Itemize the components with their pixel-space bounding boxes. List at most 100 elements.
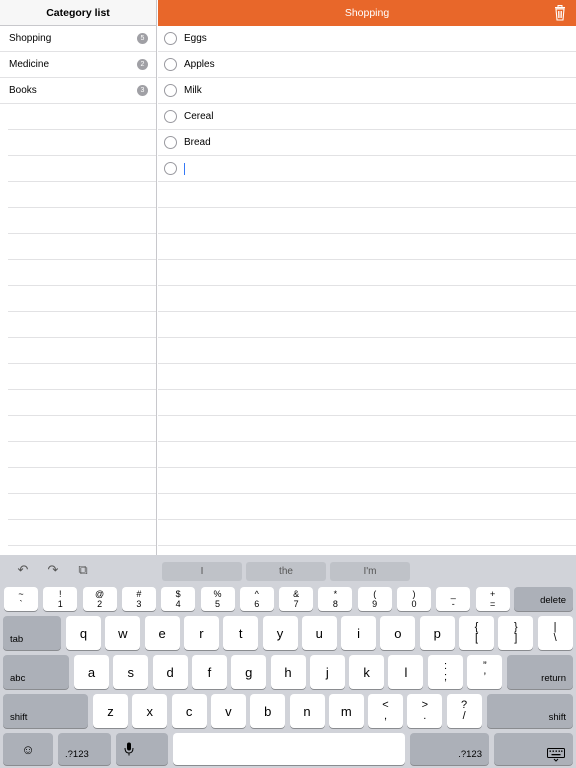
new-item-input[interactable] bbox=[158, 156, 576, 182]
key-j[interactable]: j bbox=[309, 655, 345, 689]
checkbox-circle-icon[interactable] bbox=[164, 32, 177, 45]
key-9[interactable]: (9 bbox=[357, 587, 392, 611]
key-bracket-2[interactable]: | \ bbox=[537, 616, 573, 650]
key-4[interactable]: $4 bbox=[161, 587, 196, 611]
key-x[interactable]: x bbox=[132, 694, 168, 728]
dictation-key[interactable] bbox=[116, 733, 168, 765]
list-item[interactable]: Bread bbox=[158, 130, 576, 156]
key-e[interactable]: e bbox=[144, 616, 180, 650]
checkbox-circle-icon[interactable] bbox=[164, 58, 177, 71]
key-7[interactable]: & 7 bbox=[279, 587, 314, 611]
item-label: Apples bbox=[184, 59, 215, 70]
key-8[interactable]: * 8 bbox=[318, 587, 353, 611]
category-item-books[interactable]: Books 3 bbox=[0, 78, 156, 104]
count-badge: 3 bbox=[137, 85, 148, 96]
keyboard-toolbar: ↶ ↷ ⧉ I the I'm bbox=[0, 555, 576, 585]
emoji-icon: ☺ bbox=[21, 741, 35, 757]
key-f[interactable]: f bbox=[191, 655, 227, 689]
item-label: Cereal bbox=[184, 111, 214, 122]
shopping-items: Eggs Apples Milk Cereal Bread bbox=[158, 26, 576, 555]
key-p[interactable]: p bbox=[419, 616, 455, 650]
key-b[interactable]: b bbox=[250, 694, 286, 728]
suggestion-2[interactable]: the bbox=[246, 562, 326, 581]
category-label: Medicine bbox=[9, 59, 50, 70]
list-item[interactable]: Eggs bbox=[158, 26, 576, 52]
count-badge: 5 bbox=[137, 33, 148, 44]
key-bracket-1[interactable]: }] bbox=[498, 616, 534, 650]
abc-key[interactable]: abc bbox=[3, 655, 69, 689]
sidebar-title: Category list bbox=[0, 0, 156, 26]
key-g[interactable]: g bbox=[231, 655, 267, 689]
keyboard-hide-icon bbox=[547, 748, 565, 762]
key-o[interactable]: o bbox=[380, 616, 416, 650]
key-=[interactable]: + = bbox=[475, 587, 510, 611]
key-s[interactable]: s bbox=[113, 655, 149, 689]
delete-key[interactable]: delete bbox=[514, 587, 573, 611]
list-item[interactable]: Apples bbox=[158, 52, 576, 78]
emoji-key[interactable]: ☺ bbox=[3, 733, 53, 765]
hide-keyboard-key[interactable] bbox=[494, 733, 573, 765]
key-k[interactable]: k bbox=[349, 655, 385, 689]
item-list-panel: Shopping Eggs Apples Milk Cereal Bread bbox=[158, 0, 576, 555]
category-item-shopping[interactable]: Shopping 5 bbox=[0, 26, 156, 52]
text-cursor bbox=[184, 162, 185, 175]
category-label: Books bbox=[9, 85, 37, 96]
key-u[interactable]: u bbox=[301, 616, 337, 650]
key-h[interactable]: h bbox=[270, 655, 306, 689]
key-6[interactable]: ^ 6 bbox=[239, 587, 274, 611]
suggestion-1[interactable]: I bbox=[162, 562, 242, 581]
key-angle-1[interactable]: >. bbox=[407, 694, 443, 728]
key-a[interactable]: a bbox=[74, 655, 109, 689]
undo-icon[interactable]: ↶ bbox=[16, 563, 30, 576]
key-1[interactable]: ! 1 bbox=[43, 587, 78, 611]
key-r[interactable]: r bbox=[183, 616, 219, 650]
key-angle-0[interactable]: <, bbox=[368, 694, 403, 728]
list-title: Shopping bbox=[344, 7, 390, 19]
key-bracket-0[interactable]: {[ bbox=[459, 616, 494, 650]
suggestion-3[interactable]: I'm bbox=[330, 562, 410, 581]
item-label: Eggs bbox=[184, 33, 207, 44]
list-item[interactable]: Cereal bbox=[158, 104, 576, 130]
category-list: Shopping 5 Medicine 2 Books 3 bbox=[0, 26, 156, 555]
count-badge: 2 bbox=[137, 59, 148, 70]
tab-key[interactable]: tab bbox=[3, 616, 61, 650]
key-`[interactable]: ~ ` bbox=[4, 587, 38, 611]
key-l[interactable]: l bbox=[388, 655, 424, 689]
category-item-medicine[interactable]: Medicine 2 bbox=[0, 52, 156, 78]
checkbox-circle-icon[interactable] bbox=[164, 84, 177, 97]
category-label: Shopping bbox=[9, 33, 52, 44]
key-n[interactable]: n bbox=[289, 694, 325, 728]
shift-key-right[interactable]: shift bbox=[487, 694, 573, 728]
numbers-key-right[interactable]: .?123 bbox=[410, 733, 489, 765]
list-item[interactable]: Milk bbox=[158, 78, 576, 104]
key-c[interactable]: c bbox=[171, 694, 207, 728]
checkbox-circle-icon[interactable] bbox=[164, 110, 177, 123]
key-3[interactable]: #3 bbox=[121, 587, 156, 611]
key-punct-1[interactable]: ”’ bbox=[467, 655, 503, 689]
numbers-key-left[interactable]: .?123 bbox=[58, 733, 111, 765]
category-sidebar: Category list Shopping 5 Medicine 2 Book… bbox=[0, 0, 157, 555]
key-z[interactable]: z bbox=[93, 694, 128, 728]
key-t[interactable]: t bbox=[223, 616, 259, 650]
shift-key-left[interactable]: shift bbox=[3, 694, 88, 728]
key-2[interactable]: @2 bbox=[82, 587, 117, 611]
key-punct-0[interactable]: :; bbox=[428, 655, 463, 689]
key-y[interactable]: y bbox=[262, 616, 298, 650]
key-q[interactable]: q bbox=[66, 616, 101, 650]
key-i[interactable]: i bbox=[341, 616, 377, 650]
key-angle-2[interactable]: ? / bbox=[446, 694, 482, 728]
key-d[interactable]: d bbox=[152, 655, 188, 689]
key-0[interactable]: ) 0 bbox=[397, 587, 431, 611]
key-m[interactable]: m bbox=[328, 694, 364, 728]
checkbox-circle-icon[interactable] bbox=[164, 162, 177, 175]
key-w[interactable]: w bbox=[105, 616, 141, 650]
key--[interactable]: _ - bbox=[436, 587, 471, 611]
paste-icon[interactable]: ⧉ bbox=[76, 563, 90, 576]
space-key[interactable] bbox=[173, 733, 405, 765]
redo-icon[interactable]: ↷ bbox=[46, 563, 60, 576]
key-5[interactable]: % 5 bbox=[200, 587, 235, 611]
checkbox-circle-icon[interactable] bbox=[164, 136, 177, 149]
return-key[interactable]: return bbox=[507, 655, 573, 689]
key-v[interactable]: v bbox=[210, 694, 246, 728]
trash-icon[interactable] bbox=[554, 5, 566, 21]
